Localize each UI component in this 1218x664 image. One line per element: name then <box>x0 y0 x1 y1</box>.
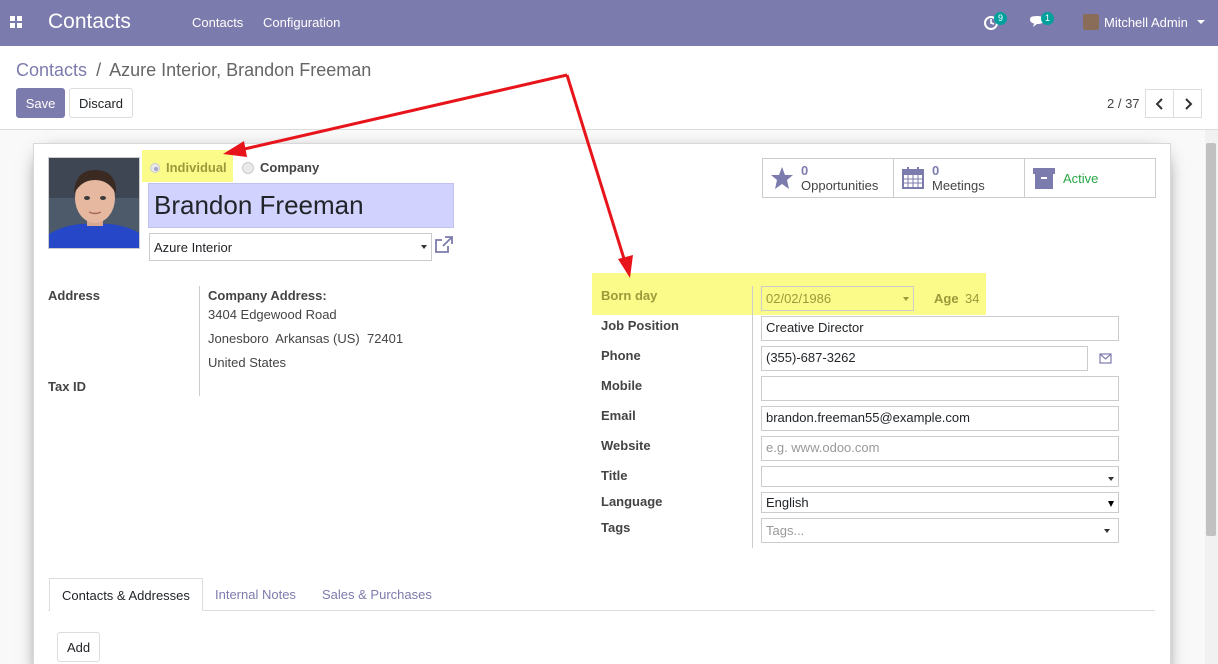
tax-id-label: Tax ID <box>48 379 87 394</box>
company-label: Company <box>260 160 320 175</box>
tab-contacts-addresses[interactable]: Contacts & Addresses <box>49 578 203 611</box>
email-label: Email <box>601 408 636 423</box>
pager-value: 2 / 37 <box>1107 96 1140 111</box>
calendar-icon <box>902 167 924 189</box>
born-day-value: 02/02/1986 <box>766 291 832 306</box>
title-select[interactable] <box>761 466 1119 487</box>
caret-down-icon <box>1196 20 1205 24</box>
meetings-label: Meetings <box>932 177 985 193</box>
chevron-left-icon <box>1155 97 1163 110</box>
opportunities-stat-button[interactable]: 0 Opportunities <box>762 158 894 198</box>
individual-label: Individual <box>166 160 227 175</box>
breadcrumb: Contacts / Azure Interior, Brandon Freem… <box>16 60 371 81</box>
star-icon <box>771 167 793 189</box>
right-group-divider <box>752 286 753 548</box>
user-name: Mitchell Admin <box>1104 14 1188 30</box>
contact-photo[interactable] <box>48 157 140 249</box>
country-value: United States <box>208 355 287 370</box>
tags-input[interactable]: Tags... <box>761 518 1119 543</box>
title-label: Title <box>601 468 628 483</box>
chevron-right-icon <box>1184 97 1192 110</box>
tab-sales-purchases[interactable]: Sales & Purchases <box>310 578 444 611</box>
website-label: Website <box>601 438 651 453</box>
born-day-label: Born day <box>601 288 658 303</box>
tags-label: Tags <box>601 520 631 535</box>
user-menu[interactable]: Mitchell Admin <box>1083 14 1205 30</box>
dropdown-arrow-icon <box>1104 528 1110 533</box>
person-portrait-image <box>49 158 139 248</box>
mobile-input[interactable] <box>761 376 1119 401</box>
opportunities-label: Opportunities <box>801 177 879 193</box>
dropdown-arrow-icon <box>903 296 909 301</box>
tab-internal-notes[interactable]: Internal Notes <box>203 578 308 611</box>
mobile-label: Mobile <box>601 378 643 393</box>
menu-configuration[interactable]: Configuration <box>263 15 340 30</box>
archive-box-icon <box>1033 168 1055 189</box>
sms-envelope-icon[interactable] <box>1099 353 1112 364</box>
menu-contacts[interactable]: Contacts <box>192 15 243 30</box>
meetings-count: 0 <box>932 162 940 178</box>
dropdown-arrow-icon <box>1108 500 1114 507</box>
add-button[interactable]: Add <box>57 632 100 662</box>
radio-unchecked-icon <box>242 161 254 174</box>
save-button[interactable]: Save <box>16 88 65 118</box>
street-value: 3404 Edgewood Road <box>208 307 337 322</box>
company-select[interactable]: Azure Interior <box>149 233 432 261</box>
age-value: 34 <box>965 291 980 306</box>
contact-name-input[interactable]: Brandon Freeman <box>148 183 454 228</box>
discard-button[interactable]: Discard <box>69 88 133 118</box>
messages-count-badge: 1 <box>1041 12 1055 25</box>
address-label: Address <box>48 288 101 303</box>
left-group-divider <box>199 286 200 396</box>
external-link-icon[interactable] <box>434 236 454 254</box>
website-input[interactable]: e.g. www.odoo.com <box>761 436 1119 461</box>
pager-next-button[interactable] <box>1173 89 1202 118</box>
active-label: Active <box>1063 170 1099 186</box>
activity-count-badge: 9 <box>994 12 1008 25</box>
age-label: Age <box>934 291 959 306</box>
born-day-date-picker[interactable]: 02/02/1986 <box>761 286 914 311</box>
apps-menu-icon[interactable] <box>10 16 22 28</box>
radio-checked-icon <box>150 162 160 173</box>
breadcrumb-current: Azure Interior, Brandon Freeman <box>109 60 372 80</box>
language-select[interactable]: English <box>761 492 1119 513</box>
tags-placeholder: Tags... <box>766 523 805 538</box>
breadcrumb-contacts[interactable]: Contacts <box>16 60 87 80</box>
pager-previous-button[interactable] <box>1145 89 1174 118</box>
phone-label: Phone <box>601 348 641 363</box>
opportunities-count: 0 <box>801 162 809 178</box>
city-line-value: Jonesboro Arkansas (US) 72401 <box>208 331 404 346</box>
dropdown-arrow-icon <box>421 245 427 249</box>
individual-radio[interactable]: Individual <box>150 160 227 175</box>
job-position-label: Job Position <box>601 318 679 333</box>
top-navbar: Contacts Contacts Configuration 9 1 Mitc… <box>0 0 1218 46</box>
language-label: Language <box>601 494 663 509</box>
user-avatar <box>1083 14 1099 30</box>
language-select-value: English <box>766 495 809 510</box>
scrollbar-thumb[interactable] <box>1206 143 1216 536</box>
meetings-stat-button[interactable]: 0 Meetings <box>893 158 1025 198</box>
company-radio[interactable]: Company <box>242 160 319 175</box>
dropdown-arrow-icon <box>1108 476 1114 481</box>
email-input[interactable]: brandon.freeman55@example.com <box>761 406 1119 431</box>
active-toggle-button[interactable]: Active <box>1024 158 1156 198</box>
company-select-value: Azure Interior <box>154 239 233 255</box>
company-address-label: Company Address: <box>208 288 327 303</box>
phone-input[interactable]: (355)-687-3262 <box>761 346 1088 371</box>
control-panel: Contacts / Azure Interior, Brandon Freem… <box>0 46 1218 130</box>
breadcrumb-separator: / <box>96 60 102 80</box>
job-position-input[interactable]: Creative Director <box>761 316 1119 341</box>
app-title: Contacts <box>48 10 131 33</box>
